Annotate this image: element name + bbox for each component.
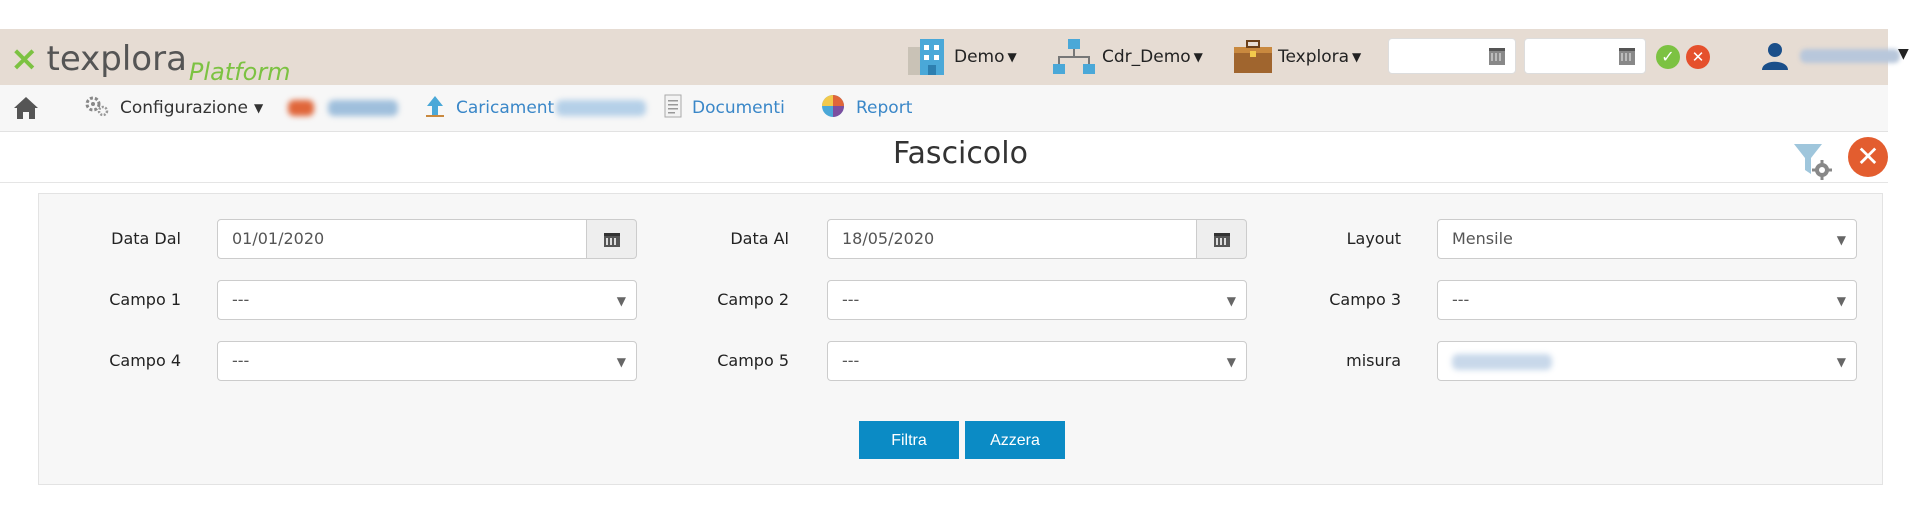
calendar-icon[interactable]	[1619, 48, 1635, 65]
chevron-down-icon: ▼	[254, 101, 264, 115]
campo3-select[interactable]: --- ▼	[1437, 280, 1857, 320]
header-date-from[interactable]	[1388, 38, 1516, 74]
misura-label: misura	[1346, 351, 1401, 370]
nav-caricamento[interactable]: Caricament	[424, 85, 647, 131]
calendar-icon	[1214, 233, 1230, 247]
campo4-select-value: ---	[232, 351, 250, 370]
chevron-down-icon: ▼	[1836, 355, 1846, 369]
azzera-button[interactable]: Azzera	[965, 421, 1065, 459]
campo4-label: Campo 4	[109, 351, 181, 370]
chevron-down-icon: ▼	[1836, 294, 1846, 308]
user-icon[interactable]	[1760, 41, 1790, 71]
building-icon	[908, 39, 944, 75]
title-row: Fascicolo ✕	[0, 132, 1888, 183]
data-dal-label: Data Dal	[111, 229, 181, 248]
org-chart-icon	[1053, 39, 1095, 74]
campo3-select-value: ---	[1452, 290, 1470, 309]
filtra-button[interactable]: Filtra	[859, 421, 959, 459]
home-button[interactable]	[12, 85, 40, 131]
nav-configurazione[interactable]: Configurazione ▼	[84, 85, 263, 131]
close-icon[interactable]: ✕	[1848, 137, 1888, 177]
nav-caricamento-label: Caricament	[456, 98, 555, 118]
home-icon	[14, 97, 38, 119]
campo5-select[interactable]: --- ▼	[827, 341, 1247, 381]
chevron-down-icon: ▼	[1226, 294, 1236, 308]
campo5-label: Campo 5	[717, 351, 789, 370]
filter-panel: Data Dal 01/01/2020 Data Al 18/05/2020 L…	[38, 193, 1883, 485]
chevron-down-icon: ▼	[1193, 50, 1203, 64]
logo-x-icon: ×	[10, 39, 39, 79]
nav-report-label: Report	[856, 98, 913, 118]
data-al-label: Data Al	[730, 229, 789, 248]
header-date-to[interactable]	[1524, 38, 1646, 74]
document-icon	[664, 94, 682, 123]
campo2-select[interactable]: --- ▼	[827, 280, 1247, 320]
redacted-icon	[288, 100, 314, 116]
campo2-select-value: ---	[842, 290, 860, 309]
page-title: Fascicolo	[893, 136, 1028, 171]
campo5-select-value: ---	[842, 351, 860, 370]
chevron-down-icon: ▼	[1007, 50, 1017, 64]
user-name-redacted[interactable]	[1800, 49, 1900, 63]
pie-chart-icon	[820, 93, 846, 124]
context-texplora-label: Texplora	[1278, 47, 1350, 67]
context-cdr-dropdown[interactable]: Cdr_Demo ▼	[1052, 37, 1203, 77]
calendar-icon	[604, 233, 620, 247]
misura-value-redacted	[1452, 353, 1552, 370]
campo1-select-value: ---	[232, 290, 250, 309]
nav-configurazione-label: Configurazione	[120, 98, 249, 118]
chevron-down-icon: ▼	[616, 294, 626, 308]
upload-icon	[424, 94, 446, 123]
nav-documenti-label: Documenti	[692, 98, 785, 118]
main-nav: Configurazione ▼ Caricament Documenti Re…	[0, 85, 1888, 132]
campo4-select[interactable]: --- ▼	[217, 341, 637, 381]
misura-select[interactable]: ▼	[1437, 341, 1857, 381]
data-al-calendar-button[interactable]	[1197, 219, 1247, 259]
nav-report[interactable]: Report	[820, 85, 912, 131]
campo1-select[interactable]: --- ▼	[217, 280, 637, 320]
nav-documenti[interactable]: Documenti	[664, 85, 785, 131]
chevron-down-icon[interactable]: ▼	[1898, 46, 1909, 62]
chevron-down-icon: ▼	[1352, 50, 1362, 64]
chevron-down-icon: ▼	[1836, 233, 1846, 247]
data-al-input[interactable]: 18/05/2020	[827, 219, 1197, 259]
layout-select-value: Mensile	[1452, 229, 1513, 248]
campo3-label: Campo 3	[1329, 290, 1401, 309]
cancel-x-icon[interactable]: ✕	[1686, 45, 1710, 69]
context-demo-dropdown[interactable]: Demo ▼	[906, 37, 1017, 77]
redacted-label	[556, 100, 647, 116]
layout-select[interactable]: Mensile ▼	[1437, 219, 1857, 259]
confirm-check-icon[interactable]: ✓	[1656, 45, 1680, 69]
chevron-down-icon: ▼	[616, 355, 626, 369]
data-dal-calendar-button[interactable]	[587, 219, 637, 259]
redacted-label	[328, 100, 398, 116]
layout-label: Layout	[1346, 229, 1401, 248]
campo2-label: Campo 2	[717, 290, 789, 309]
context-texplora-dropdown[interactable]: Texplora ▼	[1232, 37, 1361, 77]
calendar-icon[interactable]	[1489, 48, 1505, 65]
context-demo-label: Demo	[954, 47, 1005, 67]
logo-sub-text: Platform	[188, 58, 291, 86]
data-dal-input[interactable]: 01/01/2020	[217, 219, 587, 259]
filter-settings-icon[interactable]	[1792, 140, 1832, 180]
nav-item-redacted[interactable]	[288, 85, 398, 131]
briefcase-icon	[1234, 40, 1272, 73]
logo-main-text: texplora	[46, 39, 187, 79]
top-header: × texplora Platform Demo ▼ Cdr_Demo ▼ Te…	[0, 29, 1909, 86]
gears-icon	[84, 95, 110, 122]
context-cdr-label: Cdr_Demo	[1102, 47, 1191, 67]
app-logo[interactable]: × texplora Platform	[10, 35, 291, 86]
campo1-label: Campo 1	[109, 290, 181, 309]
chevron-down-icon: ▼	[1226, 355, 1236, 369]
